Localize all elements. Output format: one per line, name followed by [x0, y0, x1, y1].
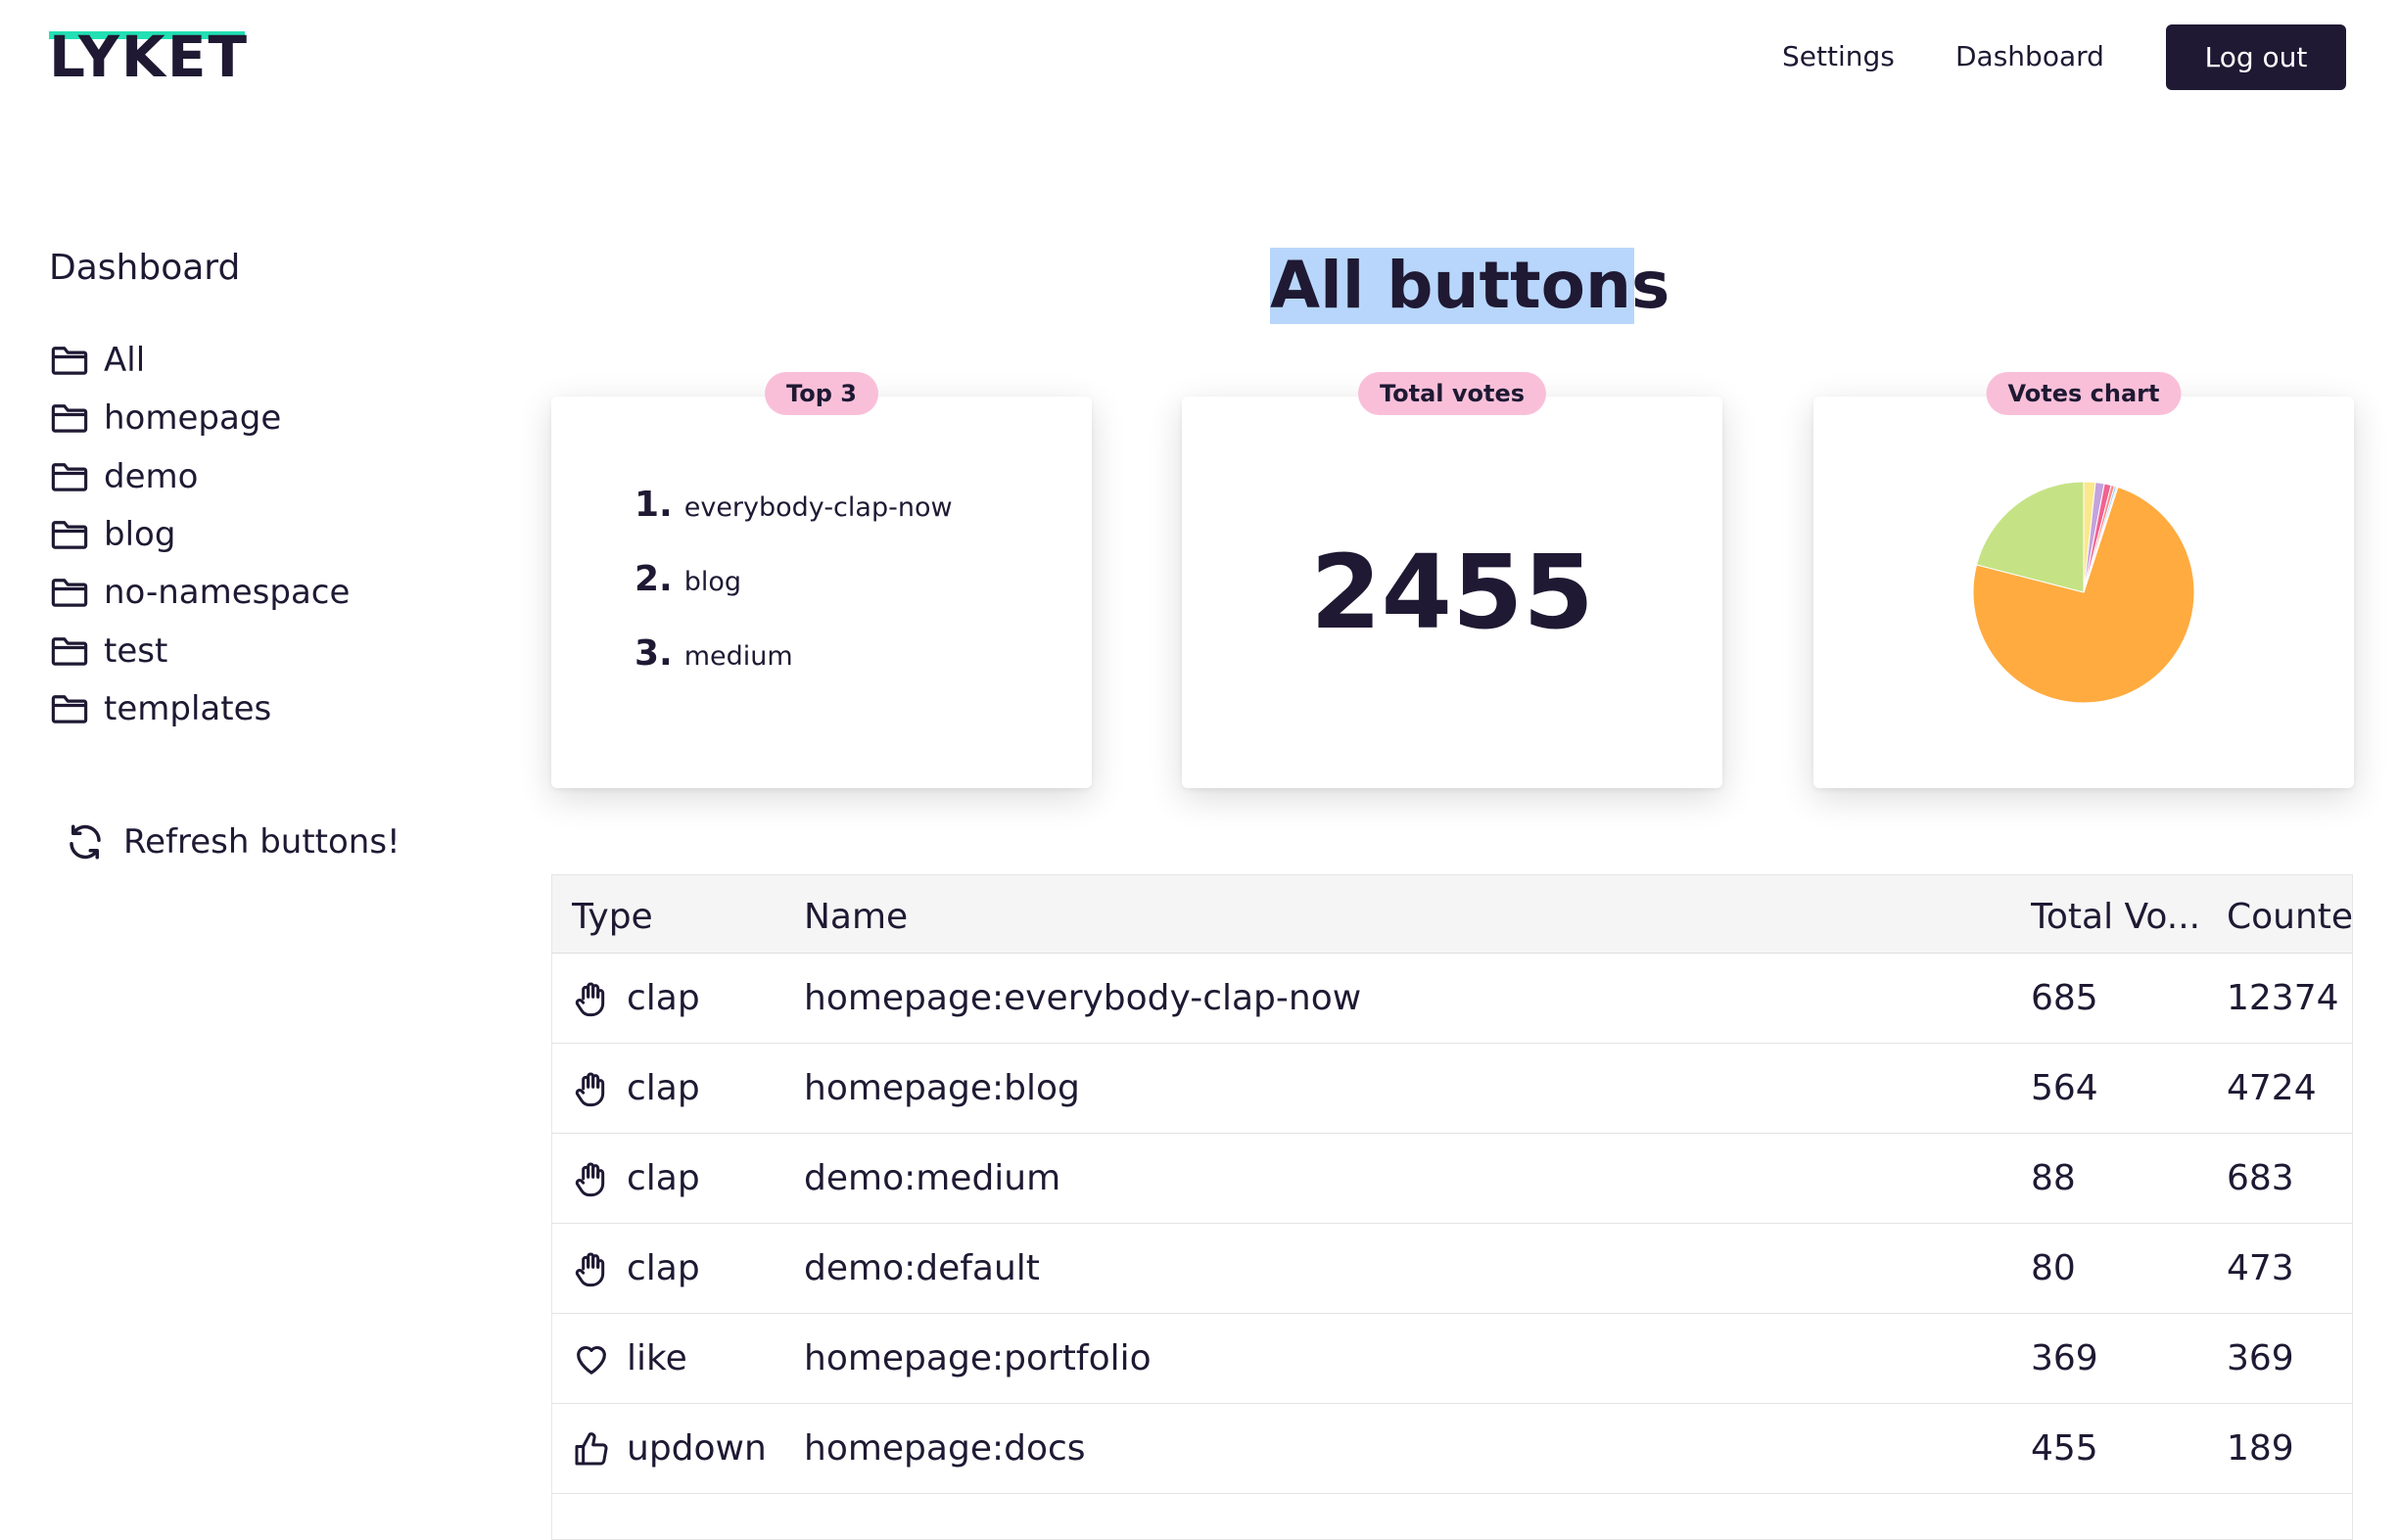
top-bar: LYKET Settings Dashboard Log out — [0, 0, 2399, 117]
folder-icon — [51, 404, 88, 433]
heart-icon — [577, 1345, 606, 1375]
counter-cell: 683 — [2227, 1158, 2294, 1198]
clap-hand-icon — [575, 1162, 605, 1197]
folder-icon — [51, 463, 88, 491]
type-cell: clap — [572, 1134, 700, 1224]
counter-cell: 12374 — [2227, 978, 2339, 1018]
sidebar-item-label: homepage — [104, 398, 282, 438]
folder-icon — [51, 695, 88, 723]
sidebar-item-label: test — [104, 631, 168, 671]
folder-icon — [51, 579, 88, 607]
counter-cell: 473 — [2227, 1248, 2294, 1288]
list-item: 1. everybody-clap-now — [635, 485, 953, 525]
rank-name: blog — [683, 567, 742, 597]
table-row[interactable]: like homepage:portfolio 369 369 — [552, 1314, 2352, 1404]
sidebar-item-all[interactable]: All — [49, 339, 145, 382]
list-item: 3. medium — [635, 633, 793, 674]
folder-icon — [51, 521, 88, 549]
table-row[interactable]: clap demo:medium 88 683 — [552, 1134, 2352, 1224]
column-header-type[interactable]: Type — [572, 875, 768, 954]
type-cell: clap — [572, 954, 700, 1044]
name-cell: demo:medium — [804, 1158, 1061, 1198]
total-votes-cell: 564 — [2031, 1068, 2098, 1108]
sidebar-item-templates[interactable]: templates — [49, 687, 271, 730]
top3-badge: Top 3 — [765, 372, 878, 415]
refresh-icon — [70, 824, 101, 860]
sidebar-item-label: All — [104, 341, 146, 380]
table-header: Type Name Total Vo... Counte — [552, 875, 2352, 954]
type-label: clap — [627, 1158, 700, 1198]
folder-icon — [51, 347, 88, 375]
rank-number: 2. — [635, 559, 673, 599]
total-votes-cell: 685 — [2031, 978, 2098, 1018]
column-header-counter[interactable]: Counte — [2227, 875, 2352, 954]
logout-button[interactable]: Log out — [2166, 24, 2346, 90]
sidebar-item-demo[interactable]: demo — [49, 455, 198, 498]
list-item: 2. blog — [635, 559, 741, 599]
page-title: All buttons — [1270, 248, 1670, 324]
column-header-name[interactable]: Name — [804, 875, 1391, 954]
sidebar-item-label: blog — [104, 515, 176, 554]
top3-card — [551, 397, 1092, 788]
type-label: like — [627, 1338, 687, 1378]
table-row[interactable]: clap demo:default 80 473 — [552, 1224, 2352, 1314]
buttons-table: Type Name Total Vo... Counte clap homepa… — [551, 874, 2353, 1540]
rank-number: 1. — [635, 485, 673, 525]
sidebar-item-label: templates — [104, 689, 272, 728]
thumbs-up-icon — [575, 1432, 608, 1466]
type-label: clap — [627, 978, 700, 1018]
sidebar-item-homepage[interactable]: homepage — [49, 397, 281, 440]
counter-cell: 189 — [2227, 1428, 2294, 1469]
folder-icon — [51, 637, 88, 666]
total-votes-cell: 80 — [2031, 1248, 2076, 1288]
type-cell: clap — [572, 1044, 700, 1134]
table-row[interactable]: updown homepage:docs 455 189 — [552, 1404, 2352, 1494]
name-cell: homepage:blog — [804, 1068, 1080, 1108]
refresh-buttons-button[interactable]: Refresh buttons! — [65, 818, 400, 865]
sidebar-item-label: no-namespace — [104, 573, 351, 612]
total-votes-value: 2455 — [1310, 533, 1594, 652]
nav-dashboard-link[interactable]: Dashboard — [1955, 39, 2104, 74]
name-cell: homepage:portfolio — [804, 1338, 1152, 1378]
total-votes-cell: 88 — [2031, 1158, 2076, 1198]
logo-text: LYKET — [49, 23, 250, 90]
sidebar-title: Dashboard — [49, 248, 241, 288]
total-votes-cell: 455 — [2031, 1428, 2098, 1469]
total-votes-cell: 369 — [2031, 1338, 2098, 1378]
table-row[interactable]: clap homepage:everybody-clap-now 685 123… — [552, 954, 2352, 1044]
sidebar-item-test[interactable]: test — [49, 630, 167, 673]
column-header-total-votes[interactable]: Total Vo... — [2031, 875, 2212, 954]
type-label: clap — [627, 1248, 700, 1288]
type-cell: clap — [572, 1224, 700, 1314]
type-label: updown — [627, 1428, 767, 1469]
name-cell: demo:default — [804, 1248, 1040, 1288]
total-votes-badge: Total votes — [1357, 372, 1547, 415]
sidebar-item-label: demo — [104, 457, 199, 496]
sidebar-item-no-namespace[interactable]: no-namespace — [49, 571, 350, 614]
counter-cell: 369 — [2227, 1338, 2294, 1378]
votes-pie-chart — [1972, 481, 2195, 704]
type-cell: like — [572, 1314, 687, 1404]
type-label: clap — [627, 1068, 700, 1108]
table-row[interactable]: clap homepage:blog 564 4724 — [552, 1044, 2352, 1134]
rank-name: everybody-clap-now — [683, 492, 953, 523]
clap-hand-icon — [575, 1072, 605, 1107]
name-cell: homepage:everybody-clap-now — [804, 978, 1362, 1018]
type-cell: updown — [572, 1404, 767, 1494]
votes-chart-badge: Votes chart — [1986, 372, 2182, 415]
sidebar-item-blog[interactable]: blog — [49, 513, 175, 556]
refresh-label: Refresh buttons! — [123, 822, 400, 862]
clap-hand-icon — [575, 1252, 605, 1287]
name-cell: homepage:docs — [804, 1428, 1086, 1469]
clap-hand-icon — [575, 982, 605, 1017]
counter-cell: 4724 — [2227, 1068, 2317, 1108]
rank-name: medium — [683, 641, 793, 672]
nav-settings-link[interactable]: Settings — [1782, 39, 1895, 74]
rank-number: 3. — [635, 633, 673, 674]
